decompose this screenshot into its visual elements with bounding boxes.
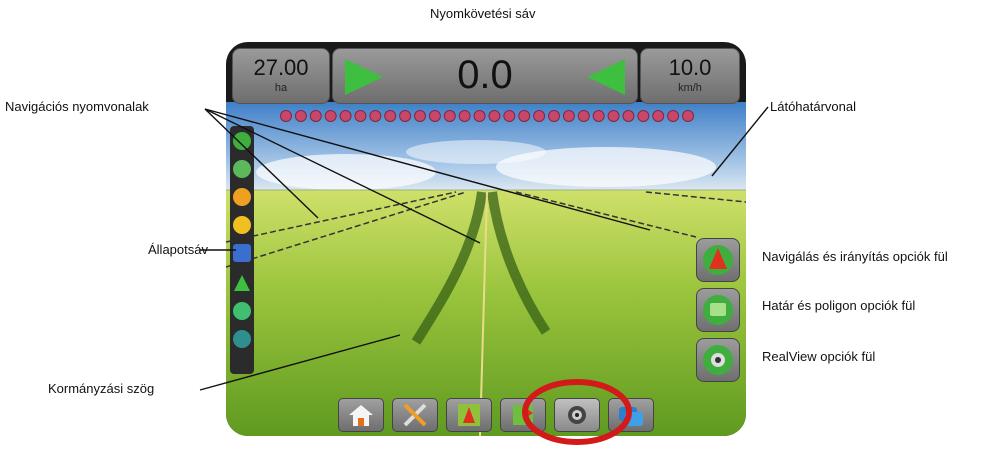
radiation-icon[interactable] bbox=[233, 216, 251, 234]
callout-realview-tab: RealView opciók fül bbox=[762, 349, 876, 364]
arrow-up-icon[interactable] bbox=[233, 274, 251, 292]
field-map-tab[interactable] bbox=[446, 398, 492, 432]
led-light bbox=[592, 110, 605, 122]
callout-nav-guidance-tab: Navigálás és irányítás opciók fül bbox=[762, 249, 948, 264]
led-light bbox=[652, 110, 665, 122]
callout-status-bar: Állapotsáv bbox=[148, 242, 208, 257]
callout-boundary-tab: Határ és poligon opciók fül bbox=[762, 298, 916, 313]
led-light bbox=[294, 110, 307, 122]
speed-value: 10.0 bbox=[668, 55, 712, 80]
polygon-tab[interactable] bbox=[500, 398, 546, 432]
callout-navigation-lines: Navigációs nyomvonalak bbox=[5, 99, 149, 114]
realview-tab-icon bbox=[703, 345, 733, 375]
led-light bbox=[667, 110, 680, 122]
console-screen: 27.00 ha 0.0 10.0 km/h bbox=[226, 42, 746, 436]
speed-unit: km/h bbox=[678, 82, 702, 94]
led-light bbox=[637, 110, 650, 122]
layers-tab[interactable] bbox=[608, 398, 654, 432]
boom-icon[interactable] bbox=[233, 188, 251, 206]
led-light bbox=[562, 110, 575, 122]
guidance-bar: 0.0 bbox=[332, 48, 638, 104]
boundary-tab-icon bbox=[703, 295, 733, 325]
polygon-icon bbox=[513, 405, 533, 425]
navigation-tab-icon bbox=[703, 245, 733, 275]
camera-icon bbox=[568, 406, 586, 424]
navigation-guidance-tab[interactable] bbox=[696, 238, 740, 282]
led-light bbox=[682, 110, 694, 122]
led-light bbox=[473, 110, 486, 122]
led-light bbox=[280, 110, 292, 122]
area-display[interactable]: 27.00 ha bbox=[232, 48, 330, 104]
led-light bbox=[369, 110, 382, 122]
callout-steering-angle: Kormányzási szög bbox=[48, 381, 155, 396]
led-light bbox=[607, 110, 620, 122]
vehicle-icon[interactable] bbox=[233, 132, 251, 150]
led-light bbox=[324, 110, 337, 122]
camera-tab[interactable] bbox=[554, 398, 600, 432]
tools-icon bbox=[403, 403, 427, 427]
led-light bbox=[428, 110, 441, 122]
led-light bbox=[577, 110, 590, 122]
area-unit: ha bbox=[274, 82, 288, 94]
callout-guideline-bar: Nyomkövetési sáv bbox=[430, 6, 536, 21]
callout-horizon: Látóhatárvonal bbox=[770, 99, 857, 114]
led-light bbox=[458, 110, 471, 122]
led-light bbox=[518, 110, 531, 122]
led-light bbox=[503, 110, 516, 122]
field-map-icon bbox=[458, 404, 480, 426]
led-light bbox=[399, 110, 412, 122]
led-light bbox=[488, 110, 501, 122]
home-icon bbox=[349, 405, 373, 426]
led-light bbox=[414, 110, 426, 122]
led-light bbox=[339, 110, 352, 122]
magnet-icon[interactable] bbox=[233, 244, 251, 262]
led-light bbox=[533, 110, 546, 122]
steer-left-arrow-icon bbox=[587, 59, 625, 95]
realview-tab[interactable] bbox=[696, 338, 740, 382]
home-tab[interactable] bbox=[338, 398, 384, 432]
boundary-polygon-tab[interactable] bbox=[696, 288, 740, 332]
led-light bbox=[384, 110, 397, 122]
led-light bbox=[548, 110, 560, 122]
speed-display[interactable]: 10.0 km/h bbox=[640, 48, 740, 104]
led-light bbox=[622, 110, 635, 122]
tools-tab[interactable] bbox=[392, 398, 438, 432]
led-light bbox=[354, 110, 367, 122]
gps-icon[interactable] bbox=[233, 160, 251, 178]
person-icon[interactable] bbox=[233, 330, 251, 348]
led-light bbox=[443, 110, 456, 122]
drop-icon[interactable] bbox=[233, 302, 251, 320]
area-value: 27.00 bbox=[253, 55, 309, 80]
layers-icon bbox=[619, 407, 643, 426]
status-bar bbox=[230, 126, 254, 374]
led-light bbox=[309, 110, 322, 122]
